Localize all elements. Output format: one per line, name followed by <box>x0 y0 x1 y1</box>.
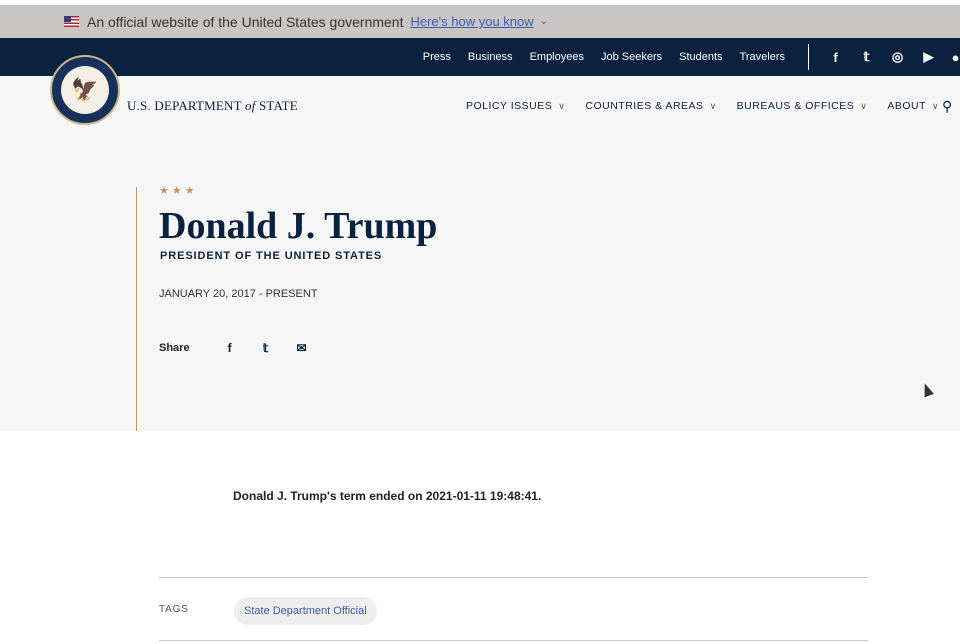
social-links: f 𝕥 ◎ ▶ ●● <box>820 38 960 76</box>
share-twitter-icon[interactable]: 𝕥 <box>248 341 284 355</box>
official-role: PRESIDENT OF THE UNITED STATES <box>160 250 383 262</box>
utility-divider <box>808 44 809 70</box>
wordmark-post: STATE <box>255 98 298 113</box>
stars-decoration: ★★★ <box>159 185 198 197</box>
instagram-icon[interactable]: ◎ <box>882 49 913 65</box>
term-ended-text: Donald J. Trump's term ended on 2021-01-… <box>233 489 542 503</box>
eagle-icon: 🦅 <box>61 66 109 114</box>
page-title: Donald J. Trump <box>159 205 438 247</box>
nav-policy-issues[interactable]: POLICY ISSUES ∨ <box>466 100 565 112</box>
us-flag-icon <box>64 16 79 27</box>
site-wordmark[interactable]: U.S. DEPARTMENT of STATE <box>127 98 298 114</box>
utility-link-press[interactable]: Press <box>423 51 451 63</box>
chevron-down-icon: ∨ <box>709 100 717 111</box>
utility-link-job-seekers[interactable]: Job Seekers <box>601 51 662 63</box>
facebook-icon[interactable]: f <box>820 50 851 65</box>
share-bar: Share f 𝕥 ✉ <box>159 341 320 355</box>
gold-vertical-rule <box>136 187 137 431</box>
chevron-down-icon: ∨ <box>558 100 566 111</box>
youtube-icon[interactable]: ▶ <box>913 49 944 65</box>
gov-banner-text: An official website of the United States… <box>87 13 404 30</box>
tags-label: TAGS <box>159 604 189 615</box>
utility-link-business[interactable]: Business <box>468 51 513 63</box>
twitter-icon[interactable]: 𝕥 <box>851 49 882 65</box>
share-facebook-icon[interactable]: f <box>212 341 248 355</box>
wordmark-of: of <box>245 98 256 113</box>
nav-countries-areas[interactable]: COUNTRIES & AREAS ∨ <box>585 100 716 112</box>
main-nav: POLICY ISSUES ∨ COUNTRIES & AREAS ∨ BUREAU… <box>466 100 939 112</box>
chevron-down-icon[interactable]: ⌄ <box>540 16 548 27</box>
tag-state-department-official[interactable]: State Department Official <box>234 597 377 625</box>
wordmark-pre: U.S. DEPARTMENT <box>127 98 245 113</box>
divider <box>159 577 868 578</box>
term-dates: JANUARY 20, 2017 - PRESENT <box>159 288 318 300</box>
page-header <box>0 76 960 431</box>
utility-link-employees[interactable]: Employees <box>530 51 584 63</box>
flickr-icon[interactable]: ●● <box>944 50 960 65</box>
nav-about[interactable]: ABOUT ∨ <box>887 100 939 112</box>
utility-links: Press Business Employees Job Seekers Stu… <box>423 38 785 76</box>
nav-label: ABOUT <box>887 100 927 112</box>
share-label: Share <box>159 342 190 354</box>
chevron-down-icon: ∨ <box>932 100 940 111</box>
gov-banner: An official website of the United States… <box>0 5 960 38</box>
utility-link-travelers[interactable]: Travelers <box>740 51 785 63</box>
share-email-icon[interactable]: ✉ <box>284 341 320 355</box>
nav-bureaus-offices[interactable]: BUREAUS & OFFICES ∨ <box>737 100 868 112</box>
nav-label: POLICY ISSUES <box>466 100 553 112</box>
search-icon[interactable]: ⚲ <box>942 98 952 115</box>
chevron-down-icon: ∨ <box>860 100 868 111</box>
heres-how-you-know-link[interactable]: Here's how you know <box>410 14 533 29</box>
divider <box>159 640 868 641</box>
nav-label: BUREAUS & OFFICES <box>736 100 855 112</box>
utility-link-students[interactable]: Students <box>679 51 722 63</box>
nav-label: COUNTRIES & AREAS <box>585 100 704 112</box>
department-seal-logo[interactable]: 🦅 <box>50 55 120 125</box>
utility-bar: Press Business Employees Job Seekers Stu… <box>0 38 960 76</box>
